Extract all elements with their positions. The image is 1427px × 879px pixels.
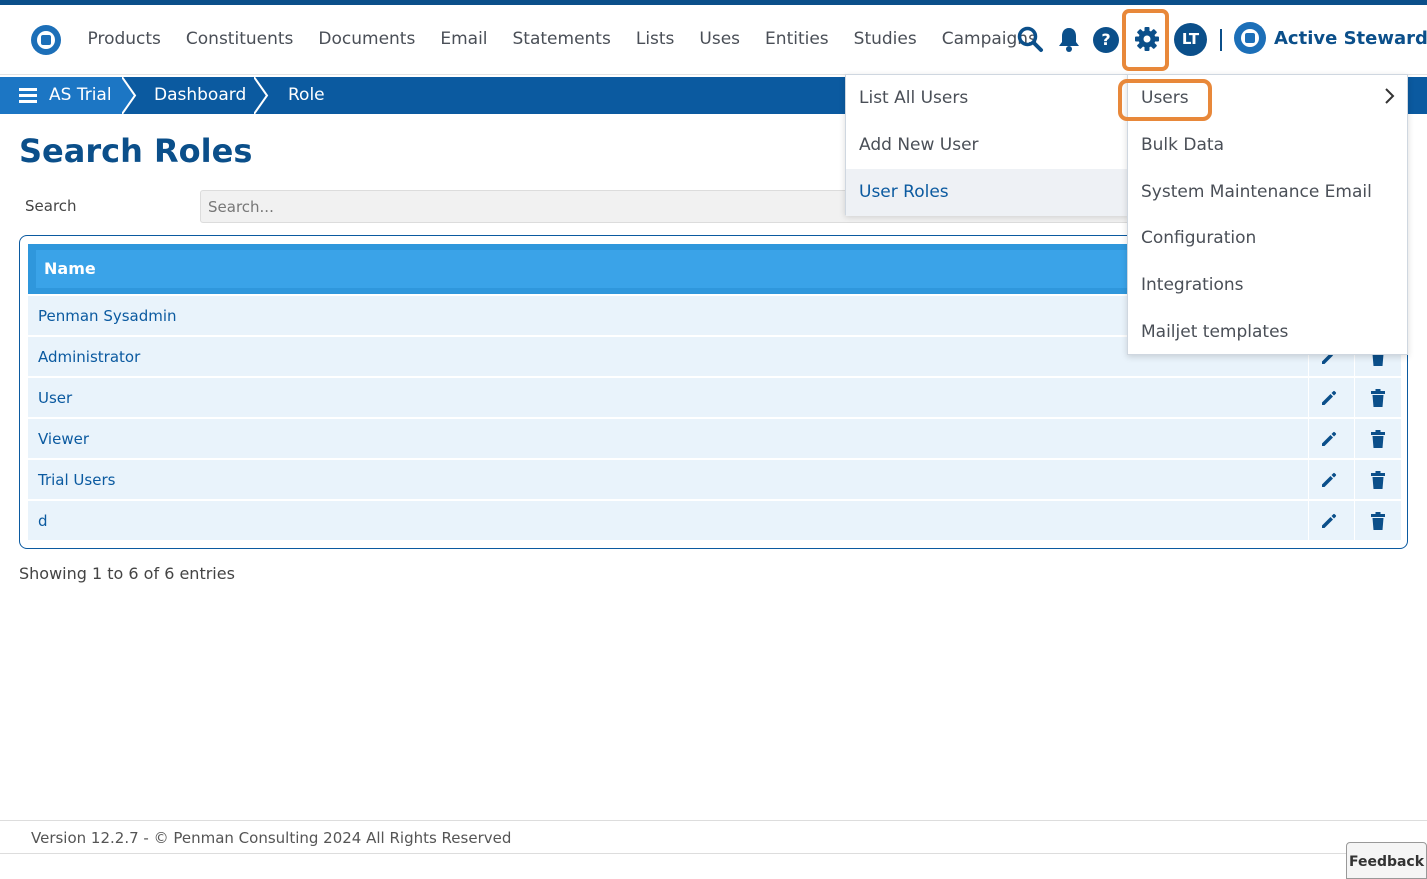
table-row: Viewer bbox=[28, 419, 1401, 459]
delete-trash-icon[interactable] bbox=[1368, 429, 1388, 449]
nav-studies[interactable]: Studies bbox=[841, 27, 929, 53]
table-summary: Showing 1 to 6 of 6 entries bbox=[19, 564, 235, 583]
menu-user-roles[interactable]: User Roles bbox=[846, 169, 1127, 216]
breadcrumb-chevron-icon bbox=[254, 77, 269, 114]
nav-constituents[interactable]: Constituents bbox=[173, 27, 306, 53]
menu-add-new-user[interactable]: Add New User bbox=[846, 122, 1127, 169]
footer-copyright: Version 12.2.7 - © Penman Consulting 202… bbox=[31, 829, 512, 847]
settings-bulk-data[interactable]: Bulk Data bbox=[1128, 122, 1407, 169]
footer: Version 12.2.7 - © Penman Consulting 202… bbox=[0, 820, 1427, 854]
table-row: User bbox=[28, 378, 1401, 418]
settings-configuration[interactable]: Configuration bbox=[1128, 215, 1407, 262]
edit-pencil-icon[interactable] bbox=[1319, 470, 1339, 490]
breadcrumb-home[interactable]: AS Trial bbox=[0, 77, 122, 114]
nav-products[interactable]: Products bbox=[75, 27, 173, 53]
brand-name: Active Steward bbox=[1274, 28, 1427, 49]
column-header-name[interactable]: Name bbox=[36, 250, 1136, 288]
cell-divider bbox=[1354, 460, 1355, 500]
edit-pencil-icon[interactable] bbox=[1319, 511, 1339, 531]
cell-divider bbox=[1308, 419, 1309, 459]
cell-divider bbox=[1354, 419, 1355, 459]
user-avatar[interactable]: LT bbox=[1174, 23, 1207, 56]
app-logo-icon[interactable] bbox=[31, 25, 61, 55]
table-row: d bbox=[28, 501, 1401, 541]
top-header: Products Constituents Documents Email St… bbox=[0, 5, 1427, 75]
nav-documents[interactable]: Documents bbox=[306, 27, 428, 53]
settings-mailjet-templates[interactable]: Mailjet templates bbox=[1128, 309, 1407, 356]
page-title: Search Roles bbox=[19, 132, 253, 170]
role-name-link[interactable]: Penman Sysadmin bbox=[38, 296, 177, 336]
brand-logo-icon bbox=[1234, 22, 1266, 54]
delete-trash-icon[interactable] bbox=[1368, 511, 1388, 531]
nav-lists[interactable]: Lists bbox=[623, 27, 687, 53]
nav-entities[interactable]: Entities bbox=[753, 27, 842, 53]
cell-divider bbox=[1354, 501, 1355, 541]
cell-divider bbox=[1308, 378, 1309, 418]
settings-integrations[interactable]: Integrations bbox=[1128, 262, 1407, 309]
menu-list-all-users[interactable]: List All Users bbox=[846, 75, 1127, 122]
users-submenu: List All Users Add New User User Roles bbox=[845, 74, 1128, 216]
delete-trash-icon[interactable] bbox=[1368, 470, 1388, 490]
chevron-right-icon bbox=[1385, 88, 1395, 104]
nav-uses[interactable]: Uses bbox=[687, 27, 753, 53]
delete-trash-icon[interactable] bbox=[1368, 388, 1388, 408]
table-row: Trial Users bbox=[28, 460, 1401, 500]
bell-icon[interactable] bbox=[1055, 25, 1083, 53]
role-name-link[interactable]: Viewer bbox=[38, 419, 89, 459]
nav-statements[interactable]: Statements bbox=[500, 27, 623, 53]
cell-divider bbox=[1354, 378, 1355, 418]
users-highlight-box bbox=[1118, 79, 1212, 121]
header-divider bbox=[1220, 29, 1222, 51]
gear-highlight-box bbox=[1122, 9, 1169, 71]
search-label: Search bbox=[25, 197, 77, 215]
main-nav: Products Constituents Documents Email St… bbox=[75, 27, 1049, 53]
edit-pencil-icon[interactable] bbox=[1319, 429, 1339, 449]
nav-email[interactable]: Email bbox=[428, 27, 500, 53]
role-name-link[interactable]: Administrator bbox=[38, 337, 140, 377]
role-name-link[interactable]: Trial Users bbox=[38, 460, 115, 500]
role-name-link[interactable]: User bbox=[38, 378, 72, 418]
breadcrumb-role[interactable]: Role bbox=[288, 77, 325, 114]
edit-pencil-icon[interactable] bbox=[1319, 388, 1339, 408]
feedback-button[interactable]: Feedback bbox=[1346, 842, 1427, 879]
role-name-link[interactable]: d bbox=[38, 501, 48, 541]
settings-system-maintenance-email[interactable]: System Maintenance Email bbox=[1128, 169, 1407, 216]
search-icon[interactable] bbox=[1016, 25, 1044, 53]
hamburger-menu-icon[interactable] bbox=[19, 88, 37, 103]
breadcrumb-chevron-icon bbox=[122, 77, 137, 114]
breadcrumb-home-label: AS Trial bbox=[49, 85, 112, 105]
cell-divider bbox=[1308, 501, 1309, 541]
breadcrumb-dashboard[interactable]: Dashboard bbox=[154, 77, 246, 114]
help-icon[interactable]: ? bbox=[1093, 27, 1119, 53]
cell-divider bbox=[1308, 460, 1309, 500]
